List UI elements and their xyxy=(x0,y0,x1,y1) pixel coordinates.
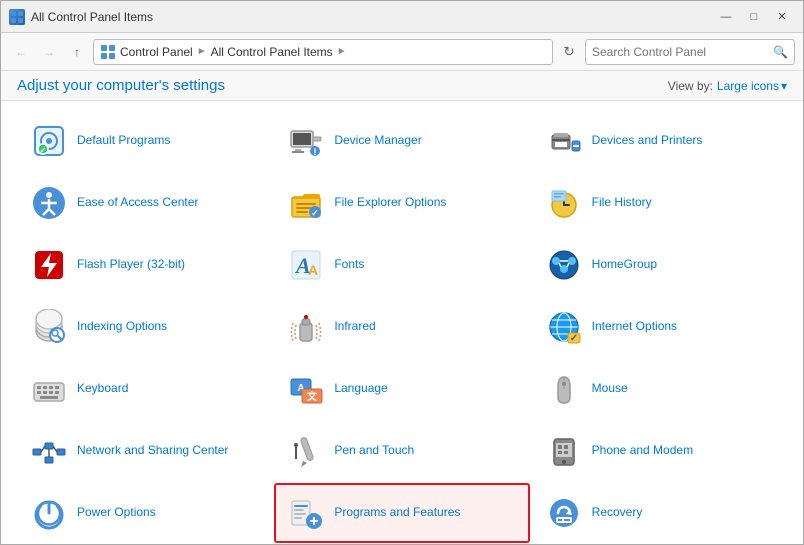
item-language[interactable]: A 文 Language xyxy=(274,359,529,419)
item-label-fonts: Fonts xyxy=(334,257,364,273)
item-label-phone-modem: Phone and Modem xyxy=(592,443,693,459)
forward-button[interactable]: → xyxy=(37,40,61,64)
content-area: Adjust your computer's settings View by:… xyxy=(1,71,803,544)
icon-ease-of-access xyxy=(29,183,69,223)
item-label-ease-of-access: Ease of Access Center xyxy=(77,195,198,211)
item-mouse[interactable]: Mouse xyxy=(532,359,787,419)
search-box[interactable]: 🔍 xyxy=(585,39,795,65)
svg-text:✓: ✓ xyxy=(40,146,47,155)
item-label-recovery: Recovery xyxy=(592,505,643,521)
window-title: All Control Panel Items xyxy=(31,10,713,24)
icon-file-explorer: ✓ xyxy=(286,183,326,223)
view-by-label: View by: xyxy=(668,79,713,93)
item-phone-modem[interactable]: Phone and Modem xyxy=(532,421,787,481)
icon-device-manager: ! xyxy=(286,121,326,161)
control-panel-icon xyxy=(100,44,116,60)
item-label-internet-options: Internet Options xyxy=(592,319,677,335)
svg-text:文: 文 xyxy=(307,390,318,403)
search-icon: 🔍 xyxy=(773,45,788,59)
minimize-button[interactable]: — xyxy=(713,6,739,28)
breadcrumb-control-panel[interactable]: Control Panel xyxy=(120,45,193,59)
icon-pen-touch xyxy=(286,431,326,471)
main-scroll: ✓ Default Programs xyxy=(1,101,803,544)
item-fonts[interactable]: A A Fonts xyxy=(274,235,529,295)
svg-text:✓: ✓ xyxy=(312,208,320,218)
item-device-manager[interactable]: ! Device Manager xyxy=(274,111,529,171)
item-label-file-history: File History xyxy=(592,195,652,211)
item-indexing[interactable]: Indexing Options xyxy=(17,297,272,357)
item-file-history[interactable]: File History xyxy=(532,173,787,233)
item-label-power-options: Power Options xyxy=(77,505,156,521)
window: All Control Panel Items — □ ✕ ← → ↑ Cont… xyxy=(0,0,804,545)
item-homegroup[interactable]: HomeGroup xyxy=(532,235,787,295)
icon-recovery xyxy=(544,493,584,533)
item-pen-touch[interactable]: Pen and Touch xyxy=(274,421,529,481)
address-path[interactable]: Control Panel ► All Control Panel Items … xyxy=(93,39,553,65)
item-label-devices-printers: Devices and Printers xyxy=(592,133,703,149)
icon-flash-player xyxy=(29,245,69,285)
item-infrared[interactable]: Infrared xyxy=(274,297,529,357)
item-keyboard[interactable]: Keyboard xyxy=(17,359,272,419)
address-bar: ← → ↑ Control Panel ► All Control Panel … xyxy=(1,33,803,71)
item-label-flash-player: Flash Player (32-bit) xyxy=(77,257,185,273)
svg-text:✓: ✓ xyxy=(569,333,577,344)
close-button[interactable]: ✕ xyxy=(769,6,795,28)
item-programs-features[interactable]: Programs and Features xyxy=(274,483,529,543)
item-label-keyboard: Keyboard xyxy=(77,381,128,397)
item-label-network-sharing: Network and Sharing Center xyxy=(77,443,228,459)
window-icon xyxy=(9,9,25,25)
svg-text:A: A xyxy=(308,262,318,278)
refresh-button[interactable]: ↻ xyxy=(557,40,581,64)
item-devices-printers[interactable]: Devices and Printers xyxy=(532,111,787,171)
icon-devices-printers xyxy=(544,121,584,161)
item-file-explorer[interactable]: ✓ File Explorer Options xyxy=(274,173,529,233)
icon-programs-features xyxy=(286,493,326,533)
item-label-language: Language xyxy=(334,381,387,397)
icon-mouse xyxy=(544,369,584,409)
item-default-programs[interactable]: ✓ Default Programs xyxy=(17,111,272,171)
items-grid: ✓ Default Programs xyxy=(17,111,787,544)
page-title: Adjust your computer's settings xyxy=(17,77,225,94)
icon-internet-options: ✓ xyxy=(544,307,584,347)
window-controls: — □ ✕ xyxy=(713,6,795,28)
item-label-homegroup: HomeGroup xyxy=(592,257,657,273)
item-flash-player[interactable]: Flash Player (32-bit) xyxy=(17,235,272,295)
item-power-options[interactable]: Power Options xyxy=(17,483,272,543)
titlebar: All Control Panel Items — □ ✕ xyxy=(1,1,803,33)
svg-text:!: ! xyxy=(314,147,317,157)
icon-infrared xyxy=(286,307,326,347)
items-area: ✓ Default Programs xyxy=(1,101,803,544)
icon-network-sharing xyxy=(29,431,69,471)
item-label-infrared: Infrared xyxy=(334,319,375,335)
up-button[interactable]: ↑ xyxy=(65,40,89,64)
icon-power-options xyxy=(29,493,69,533)
icon-indexing xyxy=(29,307,69,347)
icon-fonts: A A xyxy=(286,245,326,285)
view-by-control: View by: Large icons ▾ xyxy=(668,79,787,93)
item-recovery[interactable]: Recovery xyxy=(532,483,787,543)
icon-default-programs: ✓ xyxy=(29,121,69,161)
item-network-sharing[interactable]: Network and Sharing Center xyxy=(17,421,272,481)
item-label-pen-touch: Pen and Touch xyxy=(334,443,414,459)
back-button[interactable]: ← xyxy=(9,40,33,64)
item-label-programs-features: Programs and Features xyxy=(334,505,460,521)
icon-phone-modem xyxy=(544,431,584,471)
toolbar: Adjust your computer's settings View by:… xyxy=(1,71,803,101)
view-by-dropdown[interactable]: Large icons ▾ xyxy=(717,79,787,93)
icon-keyboard xyxy=(29,369,69,409)
search-input[interactable] xyxy=(592,45,773,59)
item-label-device-manager: Device Manager xyxy=(334,133,421,149)
breadcrumb-all-items[interactable]: All Control Panel Items xyxy=(211,45,333,59)
item-label-mouse: Mouse xyxy=(592,381,628,397)
item-label-default-programs: Default Programs xyxy=(77,133,170,149)
item-label-file-explorer: File Explorer Options xyxy=(334,195,446,211)
item-ease-of-access[interactable]: Ease of Access Center xyxy=(17,173,272,233)
icon-language: A 文 xyxy=(286,369,326,409)
maximize-button[interactable]: □ xyxy=(741,6,767,28)
item-internet-options[interactable]: ✓ Internet Options xyxy=(532,297,787,357)
item-label-indexing: Indexing Options xyxy=(77,319,167,335)
icon-homegroup xyxy=(544,245,584,285)
icon-file-history xyxy=(544,183,584,223)
